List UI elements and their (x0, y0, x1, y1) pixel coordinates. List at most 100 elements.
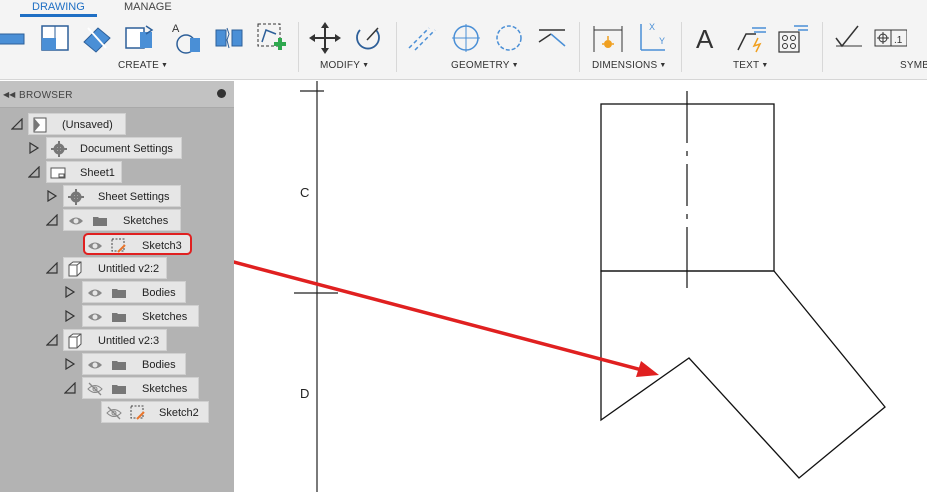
ribbon-separator (822, 22, 823, 72)
create-group-label[interactable]: CREATE ▼ (118, 60, 168, 71)
tree-node-bodies[interactable]: Bodies (82, 353, 186, 375)
symbols-group-label[interactable]: SYMB (900, 60, 927, 71)
tree-node-label: Untitled v2:3 (98, 335, 160, 347)
tree-row: Sketch3 (0, 233, 234, 255)
tree-node-untitled-v2-2[interactable]: Untitled v2:2 (63, 257, 167, 279)
tree-node-sheet1[interactable]: Sheet1 (46, 161, 122, 183)
folder-icon (111, 357, 127, 373)
expand-triangle-icon[interactable] (64, 310, 76, 322)
collapse-triangle-icon[interactable] (11, 118, 23, 130)
ribbon-separator (681, 22, 682, 72)
tree-node-label: (Unsaved) (62, 119, 113, 131)
svg-text:A: A (172, 23, 180, 35)
dimension-tool[interactable] (591, 20, 625, 56)
tree-node-label: Sketches (142, 311, 188, 323)
collapse-triangle-icon[interactable] (46, 214, 58, 226)
zone-label-c: C (300, 185, 310, 200)
tree-row: Sheet Settings (0, 185, 234, 207)
eye-hidden-icon[interactable] (87, 381, 103, 397)
surface-texture-tool[interactable] (832, 20, 866, 56)
eye-hidden-icon[interactable] (106, 405, 122, 421)
tree-node-label: Bodies (142, 359, 176, 371)
edge-extension-tool[interactable] (535, 20, 569, 56)
drawing-canvas[interactable]: C D (234, 81, 927, 492)
expand-triangle-icon[interactable] (64, 358, 76, 370)
component-icon (67, 333, 83, 349)
tree-node-sketches[interactable]: Sketches (82, 305, 199, 327)
eye-icon[interactable] (87, 357, 103, 373)
svg-text:Y: Y (659, 36, 665, 46)
sheet-icon (50, 165, 66, 181)
text-group-label[interactable]: TEXT ▼ (733, 60, 769, 71)
tree-row: Sketches (0, 377, 234, 399)
base-view-tool[interactable] (0, 20, 28, 56)
fusion-drawing-workspace: DRAWING MANAGE A CREATE ▼ MODIFY ▼ GEOME… (0, 0, 927, 492)
break-view-tool[interactable] (212, 20, 246, 56)
tree-row: Untitled v2:3 (0, 329, 234, 351)
centerline-tool[interactable] (405, 20, 439, 56)
expand-triangle-icon[interactable] (28, 142, 40, 154)
projected-view-tool[interactable] (38, 20, 72, 56)
folder-icon (111, 309, 127, 325)
browser-title: BROWSER (19, 90, 73, 101)
modify-group-label[interactable]: MODIFY ▼ (320, 60, 369, 71)
eye-icon[interactable] (87, 238, 103, 254)
tree-node-sketch2[interactable]: Sketch2 (101, 401, 209, 423)
browser-header: ◀◀ BROWSER (0, 81, 234, 108)
tree-node-label: Sketches (142, 383, 188, 395)
svg-text:X: X (649, 22, 655, 32)
move-tool[interactable] (308, 20, 342, 56)
text-tool[interactable]: A (692, 20, 726, 56)
ribbon-separator (579, 22, 580, 72)
tree-row: Sheet1 (0, 161, 234, 183)
tree-node-label: Sheet Settings (98, 191, 170, 203)
tree-node-sketch3[interactable]: Sketch3 (83, 233, 192, 255)
tree-row: Sketch2 (0, 401, 234, 423)
tree-node-bodies[interactable]: Bodies (82, 281, 186, 303)
tab-drawing[interactable]: DRAWING (20, 0, 97, 17)
ordinate-dimension-tool[interactable]: XY (635, 20, 669, 56)
expand-triangle-icon[interactable] (64, 286, 76, 298)
svg-text:.1: .1 (894, 35, 903, 46)
collapse-triangle-icon[interactable] (46, 334, 58, 346)
collapse-triangle-icon[interactable] (64, 382, 76, 394)
zone-label-d: D (300, 386, 310, 401)
tree-node-label: Sketch3 (142, 240, 182, 252)
tree-node-sketches[interactable]: Sketches (63, 209, 181, 231)
eye-icon[interactable] (68, 213, 84, 229)
annotation-arrow-line (234, 260, 643, 372)
collapse-panel-icon[interactable]: ◀◀ (3, 90, 15, 99)
expand-triangle-icon[interactable] (46, 190, 58, 202)
ribbon-separator (396, 22, 397, 72)
ribbon-separator (298, 22, 299, 72)
gear-icon (51, 141, 67, 157)
tree-node-document[interactable]: (Unsaved) (28, 113, 126, 135)
tab-manage[interactable]: MANAGE (112, 0, 184, 17)
svg-text:A: A (696, 24, 714, 54)
geometry-group-label[interactable]: GEOMETRY ▼ (451, 60, 519, 71)
dimensions-group-label[interactable]: DIMENSIONS ▼ (592, 60, 666, 71)
collapse-triangle-icon[interactable] (46, 262, 58, 274)
tree-node-document-settings[interactable]: Document Settings (46, 137, 182, 159)
center-mark-tool[interactable] (449, 20, 483, 56)
tree-row: (Unsaved) (0, 113, 234, 135)
sketch-create-tool[interactable] (254, 20, 288, 56)
tree-node-sketches[interactable]: Sketches (82, 377, 199, 399)
table-tool[interactable] (776, 20, 810, 56)
tree-node-label: Sheet1 (80, 167, 115, 179)
detail-view-tool[interactable] (122, 20, 156, 56)
eye-icon[interactable] (87, 285, 103, 301)
leader-tool[interactable] (734, 20, 768, 56)
rotate-tool[interactable] (350, 20, 384, 56)
tree-node-untitled-v2-3[interactable]: Untitled v2:3 (63, 329, 167, 351)
auxiliary-view-tool[interactable]: A (170, 20, 204, 56)
pin-icon[interactable] (217, 89, 226, 98)
eye-icon[interactable] (87, 309, 103, 325)
section-view-tool[interactable] (80, 20, 114, 56)
feature-control-frame-tool[interactable]: .1 (873, 20, 907, 56)
component-icon (67, 261, 83, 277)
collapse-triangle-icon[interactable] (28, 166, 40, 178)
tree-node-sheet-settings[interactable]: Sheet Settings (63, 185, 181, 207)
tree-row: Untitled v2:2 (0, 257, 234, 279)
center-mark-pattern-tool[interactable] (492, 20, 526, 56)
